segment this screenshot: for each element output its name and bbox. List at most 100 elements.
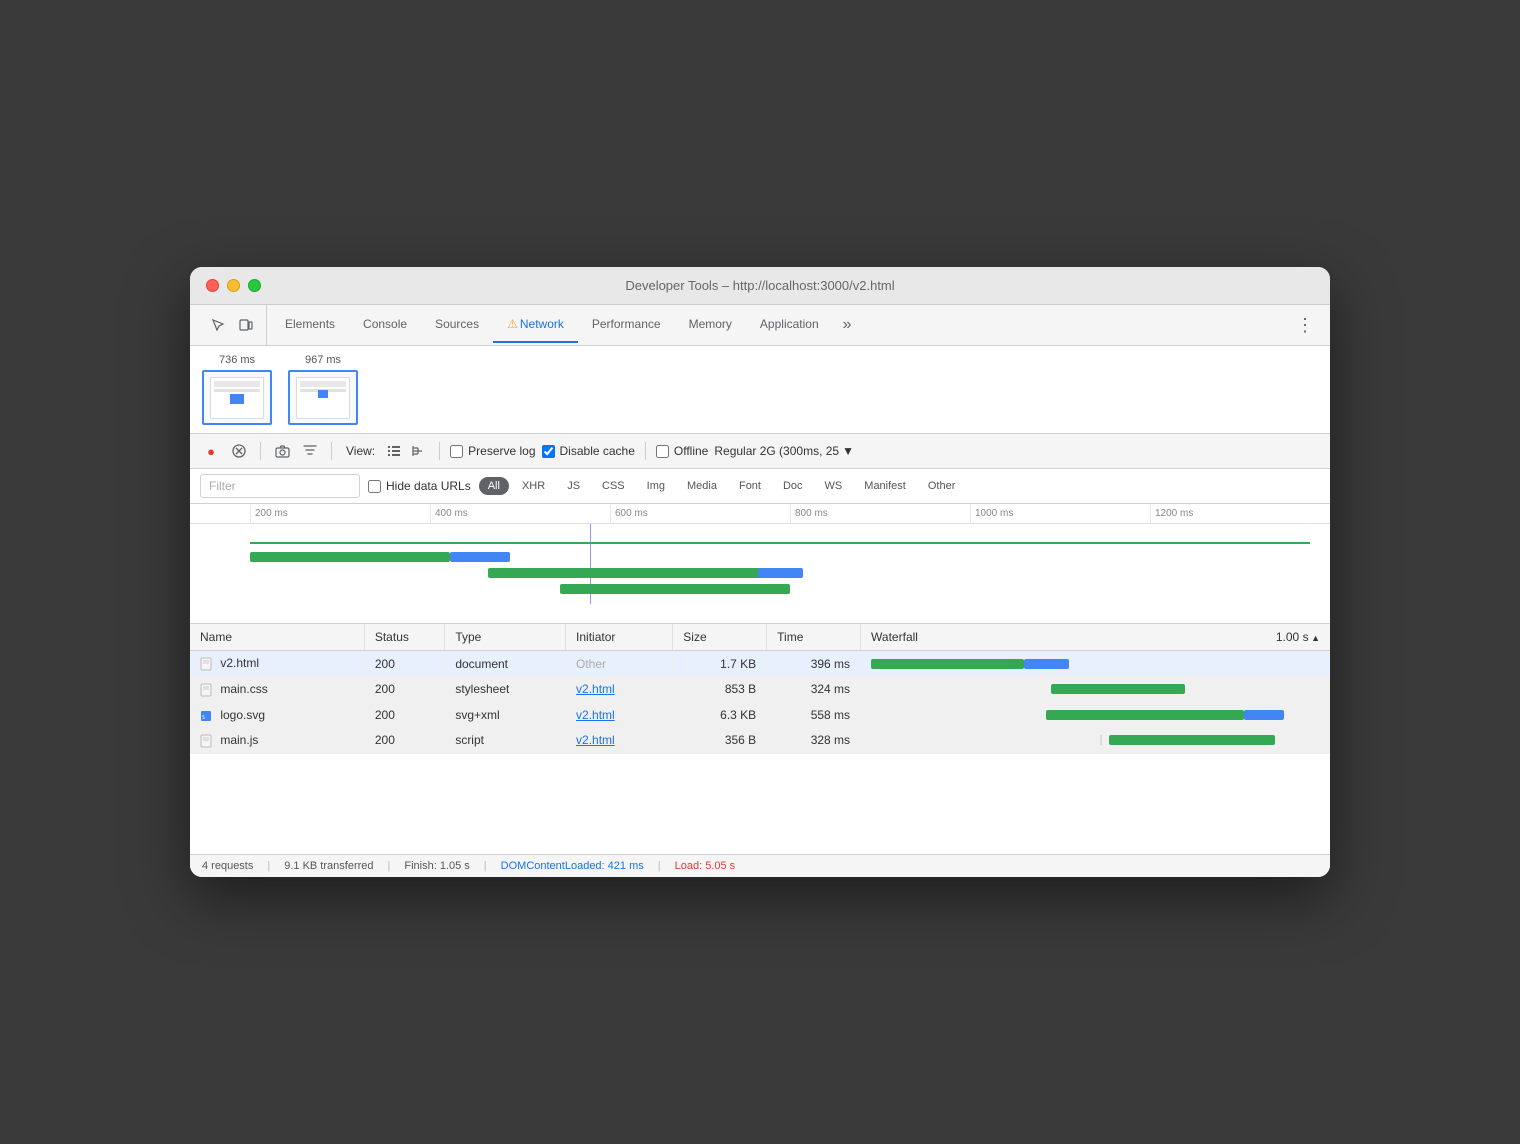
filter-tag-font[interactable]: Font (730, 477, 770, 495)
devtools-icon-group (198, 305, 267, 345)
th-initiator[interactable]: Initiator (566, 624, 673, 651)
filter-tag-ws[interactable]: WS (816, 477, 852, 495)
offline-checkbox[interactable] (656, 445, 669, 458)
filter-tag-css[interactable]: CSS (593, 477, 634, 495)
disable-cache-checkbox[interactable] (542, 445, 555, 458)
tab-performance[interactable]: Performance (578, 307, 675, 343)
network-table-container[interactable]: Name Status Type Initiator Size Time Wat… (190, 624, 1330, 853)
filter-tag-manifest[interactable]: Manifest (855, 477, 915, 495)
filter-input[interactable] (200, 474, 360, 498)
th-size[interactable]: Size (673, 624, 767, 651)
clear-button[interactable] (228, 440, 250, 462)
table-body: v2.html 200 document Other 1.7 KB 396 ms (190, 651, 1330, 753)
filter-button[interactable] (299, 440, 321, 462)
filter-tag-all[interactable]: All (479, 477, 509, 495)
ruler-mark-3: 800 ms (790, 504, 970, 523)
view-tree-icon[interactable] (407, 440, 429, 462)
ruler-mark-5: 1200 ms (1150, 504, 1330, 523)
tab-sources[interactable]: Sources (421, 307, 493, 343)
tab-console[interactable]: Console (349, 307, 421, 343)
cell-name: v2.html (190, 651, 364, 677)
tab-application[interactable]: Application (746, 307, 833, 343)
screenshots-area: 736 ms 967 ms (190, 346, 1330, 434)
throttle-dropdown[interactable]: Regular 2G (300ms, 25 ▼ (714, 444, 854, 458)
preserve-log-label: Preserve log (468, 444, 535, 458)
throttle-label: Regular 2G (300ms, 25 (714, 444, 839, 458)
table-row[interactable]: main.js 200 script v2.html 356 B 328 ms (190, 727, 1330, 753)
inspect-element-icon[interactable] (206, 313, 230, 337)
cell-waterfall (861, 677, 1330, 703)
cell-size: 6.3 KB (673, 702, 767, 727)
more-tabs-button[interactable]: » (835, 308, 860, 342)
filter-tag-other[interactable]: Other (919, 477, 965, 495)
th-type[interactable]: Type (445, 624, 566, 651)
wf-green-bar-0 (871, 659, 1024, 669)
wf-timeline-row3-green (488, 568, 768, 578)
tab-elements[interactable]: Elements (271, 307, 349, 343)
table-row[interactable]: v2.html 200 document Other 1.7 KB 396 ms (190, 651, 1330, 677)
initiator-link-3[interactable]: v2.html (576, 733, 615, 747)
dom-content-loaded: DOMContentLoaded: 421 ms (501, 860, 644, 872)
hide-data-urls-group[interactable]: Hide data URLs (368, 479, 471, 493)
screenshot-item-0[interactable]: 736 ms (202, 354, 272, 425)
mini-blue-0 (230, 394, 244, 404)
table-row[interactable]: S logo.svg 200 svg+xml v2.html 6.3 KB 55… (190, 702, 1330, 727)
cell-time: 558 ms (767, 702, 861, 727)
filter-tag-img[interactable]: Img (638, 477, 674, 495)
camera-button[interactable] (271, 440, 293, 462)
wf-green-bar-2 (1046, 710, 1244, 720)
transferred-size: 9.1 KB transferred (284, 860, 373, 872)
initiator-link-2[interactable]: v2.html (576, 708, 615, 722)
filter-tag-doc[interactable]: Doc (774, 477, 812, 495)
wf-timeline-row4-green (560, 584, 790, 594)
minimize-button[interactable] (227, 279, 240, 292)
mini-blue-1 (318, 390, 328, 398)
mini-page-0 (210, 377, 264, 419)
close-button[interactable] (206, 279, 219, 292)
preserve-log-group[interactable]: Preserve log (450, 444, 535, 458)
wf-green-bar-3 (1109, 735, 1275, 745)
table-row[interactable]: main.css 200 stylesheet v2.html 853 B 32… (190, 677, 1330, 703)
cell-initiator: v2.html (566, 677, 673, 703)
disable-cache-group[interactable]: Disable cache (542, 444, 635, 458)
screenshot-frame-1[interactable] (288, 370, 358, 425)
screenshot-frame-0[interactable] (202, 370, 272, 425)
svg-text:S: S (202, 715, 205, 721)
table-header-row: Name Status Type Initiator Size Time Wat… (190, 624, 1330, 651)
th-waterfall[interactable]: Waterfall 1.00 s (861, 624, 1330, 651)
cell-initiator: v2.html (566, 727, 673, 753)
screenshot-content-1 (290, 372, 356, 423)
network-toolbar: ● View: (190, 434, 1330, 469)
title-bar: Developer Tools – http://localhost:3000/… (190, 267, 1330, 305)
devtools-window: Developer Tools – http://localhost:3000/… (190, 267, 1330, 876)
cell-status: 200 (364, 651, 444, 677)
filter-tag-xhr[interactable]: XHR (513, 477, 554, 495)
initiator-link-1[interactable]: v2.html (576, 682, 615, 696)
hide-data-urls-checkbox[interactable] (368, 480, 381, 493)
offline-group[interactable]: Offline (656, 444, 708, 458)
device-toolbar-icon[interactable] (234, 313, 258, 337)
ruler-mark-0: 200 ms (250, 504, 430, 523)
record-button[interactable]: ● (200, 440, 222, 462)
wf-blue-bar-2 (1244, 710, 1284, 720)
filter-tag-js[interactable]: JS (558, 477, 589, 495)
wf-blue-bar-0 (1024, 659, 1069, 669)
th-name[interactable]: Name (190, 624, 364, 651)
maximize-button[interactable] (248, 279, 261, 292)
filter-bar: Hide data URLs All XHR JS CSS Img Media … (190, 469, 1330, 504)
waterfall-bars-2 (871, 709, 1320, 721)
tab-network[interactable]: ⚠Network (493, 307, 578, 343)
th-time[interactable]: Time (767, 624, 861, 651)
th-status[interactable]: Status (364, 624, 444, 651)
filter-tags: All XHR JS CSS Img Media Font Doc WS Man… (479, 477, 965, 495)
filter-tag-media[interactable]: Media (678, 477, 726, 495)
tab-memory[interactable]: Memory (675, 307, 746, 343)
view-list-icon[interactable] (383, 440, 405, 462)
cell-status: 200 (364, 727, 444, 753)
cell-name: S logo.svg (190, 702, 364, 727)
mini-header-1 (300, 381, 346, 387)
preserve-log-checkbox[interactable] (450, 445, 463, 458)
devtools-menu-button[interactable]: ⋮ (1288, 307, 1322, 344)
toolbar-separator-2 (331, 442, 332, 460)
screenshot-item-1[interactable]: 967 ms (288, 354, 358, 425)
